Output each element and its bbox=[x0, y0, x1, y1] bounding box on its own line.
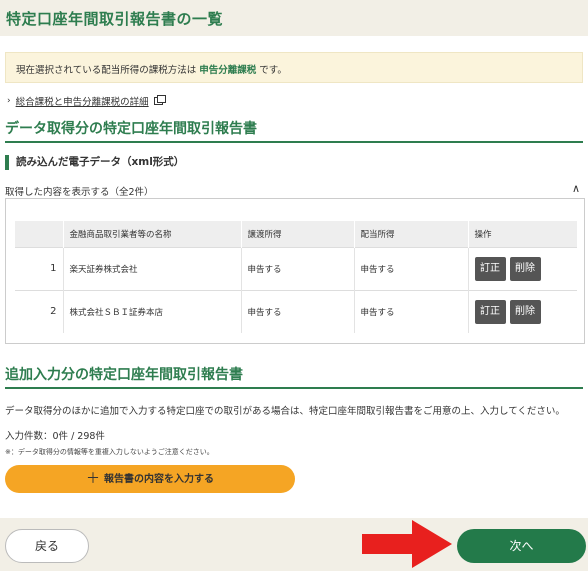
back-button[interactable]: 戻る bbox=[5, 529, 89, 563]
duplicate-input-note: ※：データ取得分の情報等を重複入力しないようご注意ください。 bbox=[5, 448, 214, 456]
add-report-button-label: 報告書の内容を入力する bbox=[104, 474, 214, 485]
count-label: 取得した内容を表示する（全2件） bbox=[5, 187, 154, 198]
external-window-icon bbox=[153, 95, 166, 105]
dividend-income-status: 申告する bbox=[354, 289, 469, 333]
transfer-income-status: 申告する bbox=[241, 289, 355, 333]
col-header-transfer: 譲渡所得 bbox=[241, 221, 355, 247]
notice-tax-method: 申告分離課税 bbox=[199, 65, 257, 76]
chevron-up-icon[interactable]: ∧ bbox=[572, 182, 580, 195]
row-number: 2 bbox=[15, 289, 64, 333]
tax-method-notice: 現在選択されている配当所得の課税方法は 申告分離課税 です。 bbox=[5, 52, 583, 83]
notice-suffix: です。 bbox=[256, 65, 287, 76]
delete-button[interactable]: 削除 bbox=[509, 299, 541, 324]
report-table: 金融商品取引業者等の名称 譲渡所得 配当所得 操作 1 楽天証券株式会社 申告す… bbox=[15, 221, 577, 333]
chevron-right-icon: › bbox=[7, 96, 11, 106]
page-title: 特定口座年間取引報告書の一覧 bbox=[6, 10, 224, 28]
tax-detail-link-label: 総合課税と申告分離課税の詳細 bbox=[15, 97, 149, 108]
additional-input-description: データ取得分のほかに追加で入力する特定口座での取引がある場合は、特定口座年間取引… bbox=[5, 406, 565, 417]
delete-button[interactable]: 削除 bbox=[509, 256, 541, 281]
next-button[interactable]: 次へ bbox=[457, 529, 586, 563]
operation-cell: 訂正 削除 bbox=[468, 246, 577, 290]
red-arrow-shape bbox=[362, 520, 452, 568]
red-arrow-icon bbox=[362, 520, 452, 568]
add-report-button[interactable]: ＋ 報告書の内容を入力する bbox=[5, 465, 295, 493]
correct-button[interactable]: 訂正 bbox=[474, 256, 506, 281]
col-header-no bbox=[15, 221, 64, 247]
section-heading-data-acquired: データ取得分の特定口座年間取引報告書 bbox=[5, 118, 583, 143]
col-header-operation: 操作 bbox=[468, 221, 577, 247]
row-number: 1 bbox=[15, 246, 64, 290]
dividend-income-status: 申告する bbox=[354, 246, 469, 290]
col-header-dividend: 配当所得 bbox=[354, 221, 469, 247]
table-row: 1 楽天証券株式会社 申告する 申告する 訂正 削除 bbox=[15, 246, 577, 290]
report-table-container: 金融商品取引業者等の名称 譲渡所得 配当所得 操作 1 楽天証券株式会社 申告す… bbox=[5, 198, 585, 344]
table-row: 2 株式会社ＳＢＩ証券本店 申告する 申告する 訂正 削除 bbox=[15, 289, 577, 333]
sub-heading-electronic-data: 読み込んだ電子データ（xml形式） bbox=[5, 155, 184, 170]
col-header-name: 金融商品取引業者等の名称 bbox=[63, 221, 242, 247]
toggle-list-row[interactable]: 取得した内容を表示する（全2件） ∧ bbox=[5, 182, 583, 198]
notice-prefix: 現在選択されている配当所得の課税方法は bbox=[16, 65, 200, 76]
section-heading-additional-input: 追加入力分の特定口座年間取引報告書 bbox=[5, 364, 583, 389]
transfer-income-status: 申告する bbox=[241, 246, 355, 290]
table-header-row: 金融商品取引業者等の名称 譲渡所得 配当所得 操作 bbox=[15, 221, 577, 247]
plus-icon: ＋ bbox=[86, 471, 100, 487]
input-count: 入力件数：0件 / 298件 bbox=[5, 431, 105, 442]
correct-button[interactable]: 訂正 bbox=[474, 299, 506, 324]
operation-cell: 訂正 削除 bbox=[468, 289, 577, 333]
tax-detail-link[interactable]: › 総合課税と申告分離課税の詳細 bbox=[7, 94, 166, 108]
broker-name: 株式会社ＳＢＩ証券本店 bbox=[63, 289, 242, 333]
broker-name: 楽天証券株式会社 bbox=[63, 246, 242, 290]
